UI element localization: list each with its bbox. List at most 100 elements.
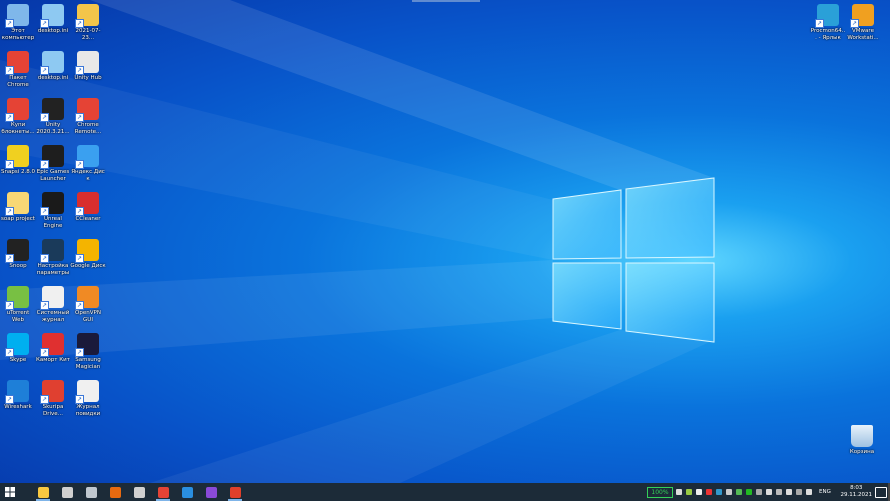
desktop-icon[interactable]: ↗ Skuripa Drive... xyxy=(35,380,71,417)
shortcut-arrow-icon: ↗ xyxy=(5,66,14,75)
desktop-icon[interactable]: ↗ Google Диск xyxy=(70,239,106,270)
wallpaper-light-beams xyxy=(0,0,714,483)
procmon-icon: ↗ xyxy=(815,4,839,28)
desktop-icon[interactable]: ↗ Epic Games Launcher xyxy=(35,145,71,182)
desktop-icon[interactable]: ↗ Unreal Engine xyxy=(35,192,71,229)
desktop-icon-label: Системный журнал xyxy=(36,310,70,323)
desktop-icon[interactable]: ↗ Samsung Magician xyxy=(70,333,106,370)
recycle-bin[interactable]: Корзина xyxy=(844,425,880,456)
google-drive-icon: ↗ xyxy=(75,239,99,263)
tray-icon-5[interactable] xyxy=(716,489,722,495)
shortcut-arrow-icon: ↗ xyxy=(5,348,14,357)
chrome-icon: ↗ xyxy=(5,51,29,75)
desktop-icon[interactable]: ↗ Chrome Remote... xyxy=(70,98,106,135)
tray-icon-9[interactable] xyxy=(756,489,762,495)
notification-center-icon[interactable] xyxy=(875,487,887,498)
desktop-icon[interactable]: ↗ soap project xyxy=(0,192,36,223)
clock-date: 29.11.2021 xyxy=(840,492,873,498)
shortcut-arrow-icon: ↗ xyxy=(75,395,84,404)
desktop-icon[interactable]: ↗ Этот компьютер xyxy=(0,4,36,41)
taskbar-button-app-9[interactable] xyxy=(225,483,245,501)
computer-icon: ↗ xyxy=(5,4,29,28)
tray-icon-10[interactable] xyxy=(766,489,772,495)
desktop-icon-label: Журнал повидки xyxy=(75,404,101,417)
openvpn-icon: ↗ xyxy=(75,286,99,310)
desktop-icon-label: desktop.ini xyxy=(37,28,69,34)
desktop-icon-label: VMware Workstati... xyxy=(847,28,879,41)
desktop-icon[interactable]: ↗ OpenVPN GUI xyxy=(70,286,106,323)
unreal-icon: ↗ xyxy=(40,192,64,216)
taskbar: 100% ENG 8:03 29.11.2021 xyxy=(0,483,890,501)
ccleaner-icon: ↗ xyxy=(75,192,99,216)
desktop-icon-label: Procmon64... - Ярлык xyxy=(810,28,846,41)
battery-indicator[interactable]: 100% xyxy=(647,487,673,498)
desktop-icon-label: Настройка параметры xyxy=(36,263,70,276)
shortcut-arrow-icon: ↗ xyxy=(5,207,14,216)
desktop-icon-label: 2021-07-23... xyxy=(75,28,101,41)
desktop-icon[interactable]: ↗ Unity Hub xyxy=(70,51,106,82)
desktop-icon[interactable]: ↗ Каморт Кит xyxy=(35,333,71,364)
desktop-icon[interactable]: ↗ Skype xyxy=(0,333,36,364)
snap-icon: ↗ xyxy=(5,145,29,169)
taskbar-button-visual-studio[interactable] xyxy=(201,483,221,501)
desktop-icon[interactable]: ↗ VMware Workstati... xyxy=(845,4,881,41)
windows-start-icon xyxy=(5,487,15,497)
tray-icon-13[interactable] xyxy=(796,489,802,495)
desktop-icon[interactable]: ↗ Журнал повидки xyxy=(70,380,106,417)
desktop-icon-label: Этот компьютер xyxy=(1,28,35,41)
utorrent-icon: ↗ xyxy=(5,286,29,310)
desktop-icon[interactable]: ↗ Купи блокнеты... xyxy=(0,98,36,135)
desktop-icon[interactable]: ↗ Пакет Chrome xyxy=(0,51,36,88)
desktop-icon[interactable]: ↗ Unity 2020.3.21... xyxy=(35,98,71,135)
desktop-icon-label: Snapsi 2.8.0 xyxy=(1,169,35,175)
cloud-icon xyxy=(61,486,73,498)
shortcut-arrow-icon: ↗ xyxy=(75,301,84,310)
taskbar-button-chrome[interactable] xyxy=(153,483,173,501)
desktop-icon[interactable]: ↗ Procmon64... - Ярлык xyxy=(810,4,846,41)
wifi-icon[interactable] xyxy=(806,489,812,495)
tray-icon-2[interactable] xyxy=(686,489,692,495)
shortcut-arrow-icon: ↗ xyxy=(40,395,49,404)
taskbar-button-app-4[interactable] xyxy=(105,483,125,501)
shortcut-arrow-icon: ↗ xyxy=(75,66,84,75)
taskbar-button-file-explorer[interactable] xyxy=(33,483,53,501)
desktop-icon[interactable]: ↗ Snoop xyxy=(0,239,36,270)
app-icon xyxy=(109,486,121,498)
desktop[interactable]: ↗ Этот компьютер ↗ desktop.ini ↗ 2021-07-23..… xyxy=(0,0,890,483)
desktop-icon[interactable]: ↗ uTorrent Web xyxy=(0,286,36,323)
stack-icon xyxy=(133,486,145,498)
shortcut-arrow-icon: ↗ xyxy=(40,301,49,310)
tray-icon-3[interactable] xyxy=(696,489,702,495)
desktop-icon[interactable]: ↗ desktop.ini xyxy=(35,51,71,82)
tray-icon-6[interactable] xyxy=(726,489,732,495)
start-button[interactable] xyxy=(0,483,20,501)
desktop-icon[interactable]: ↗ Настройка параметры xyxy=(35,239,71,276)
settings-icon: ↗ xyxy=(40,239,64,263)
tray-icon-4[interactable] xyxy=(706,489,712,495)
desktop-icon[interactable]: ↗ Snapsi 2.8.0 xyxy=(0,145,36,176)
taskbar-button-app-5[interactable] xyxy=(129,483,149,501)
document-icon: ↗ xyxy=(75,380,99,404)
desktop-icon-label: Skuripa Drive... xyxy=(42,404,64,417)
desktop-icon-label: Unreal Engine xyxy=(43,216,63,229)
desktop-icon[interactable]: ↗ Wireshark xyxy=(0,380,36,411)
taskbar-button-app-2[interactable] xyxy=(57,483,77,501)
desktop-icon[interactable]: ↗ CCleaner xyxy=(70,192,106,223)
tray-icon-7[interactable] xyxy=(736,489,742,495)
desktop-icon[interactable]: ↗ Системный журнал xyxy=(35,286,71,323)
desktop-icon[interactable]: ↗ Яндекс.Диск xyxy=(70,145,106,182)
desktop-icon-label: CCleaner xyxy=(75,216,101,222)
network-icon[interactable] xyxy=(786,489,792,495)
language-indicator[interactable]: ENG xyxy=(819,489,831,495)
unity-icon: ↗ xyxy=(40,98,64,122)
tray-icon-1[interactable] xyxy=(676,489,682,495)
desktop-icon[interactable]: ↗ 2021-07-23... xyxy=(70,4,106,41)
speaker-icon[interactable] xyxy=(776,489,782,495)
desktop-icon[interactable]: ↗ desktop.ini xyxy=(35,4,71,35)
desktop-icon-label: Каморт Кит xyxy=(36,357,70,363)
taskbar-button-vscode[interactable] xyxy=(177,483,197,501)
shortcut-arrow-icon: ↗ xyxy=(40,66,49,75)
clock[interactable]: 8:03 29.11.2021 xyxy=(841,485,873,499)
taskbar-button-app-3[interactable] xyxy=(81,483,101,501)
tray-icon-8[interactable] xyxy=(746,489,752,495)
